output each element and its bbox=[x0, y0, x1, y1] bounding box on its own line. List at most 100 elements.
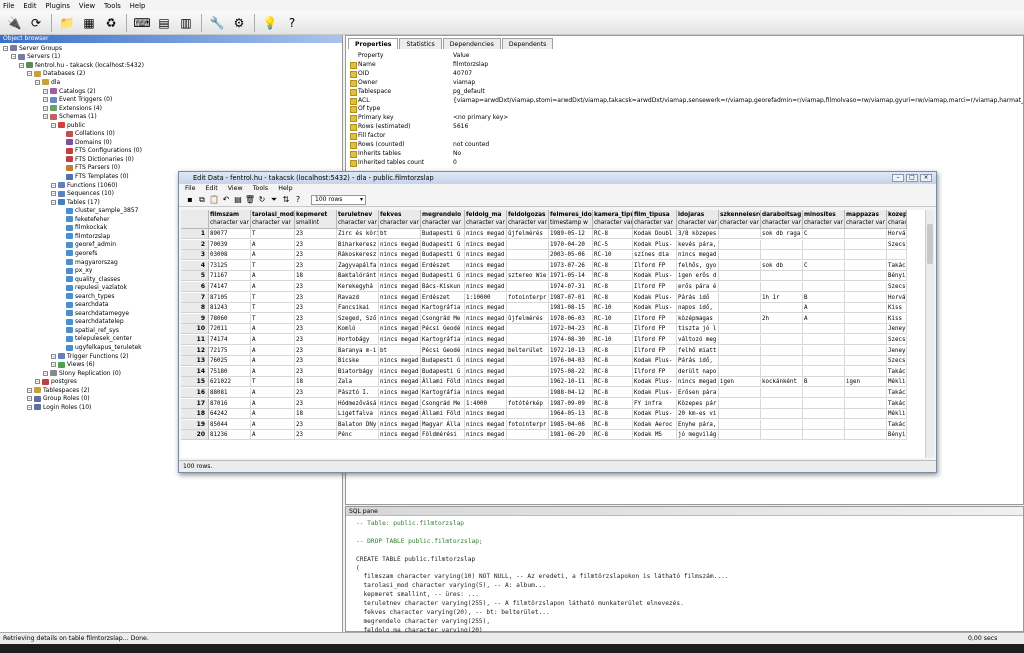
grid-cell[interactable]: sok db bbox=[761, 260, 803, 271]
grid-cell[interactable]: fotointerpr bbox=[507, 292, 549, 303]
grid-cell[interactable]: RC-8 bbox=[593, 356, 633, 367]
grid-cell[interactable] bbox=[803, 388, 845, 398]
grid-cell[interactable]: 1964-05-13 bbox=[549, 409, 593, 420]
grid-cell[interactable]: RC-8 bbox=[593, 430, 633, 441]
grid-cell[interactable] bbox=[845, 282, 887, 292]
grid-cell[interactable]: Magyar Álla bbox=[421, 419, 465, 430]
grid-cell[interactable] bbox=[719, 250, 761, 261]
column-header[interactable]: mappazas character var bbox=[845, 210, 887, 229]
expand-toggle-icon[interactable]: − bbox=[51, 199, 56, 205]
grid-cell[interactable] bbox=[845, 250, 887, 261]
help-icon[interactable]: ? bbox=[282, 13, 302, 32]
grid-cell[interactable] bbox=[845, 335, 887, 345]
grid-cell[interactable]: nincs megad bbox=[465, 366, 507, 377]
grid-cell[interactable]: 03008 bbox=[209, 250, 251, 261]
edit-menu-help[interactable]: Help bbox=[278, 184, 292, 193]
grid-cell[interactable]: 73125 bbox=[209, 260, 251, 271]
column-header[interactable]: film_tipusa character var bbox=[633, 210, 677, 229]
grid-cell[interactable]: Ilford FP bbox=[633, 282, 677, 292]
grid-cell[interactable]: nincs megad bbox=[465, 239, 507, 250]
grid-cell[interactable]: Takác bbox=[887, 398, 907, 409]
grid-cell[interactable]: Zagyvapálfa bbox=[337, 260, 379, 271]
grid-cell[interactable] bbox=[507, 409, 549, 420]
tree-item[interactable]: − public bbox=[51, 121, 85, 130]
grid-cell[interactable]: 64242 bbox=[209, 409, 251, 420]
grid-cell[interactable]: Takác bbox=[887, 388, 907, 398]
column-header[interactable]: szkennelesre character var bbox=[719, 210, 761, 229]
grid-cell[interactable] bbox=[845, 239, 887, 250]
refresh-icon[interactable]: ↻ bbox=[257, 195, 267, 205]
grid-cell[interactable]: nincs megad bbox=[379, 430, 421, 441]
grid-cell[interactable] bbox=[719, 282, 761, 292]
grid-cell[interactable] bbox=[719, 260, 761, 271]
grid-cell[interactable]: A bbox=[251, 430, 295, 441]
grid-cell[interactable]: nincs megad bbox=[379, 260, 421, 271]
grid-cell[interactable]: 23 bbox=[295, 313, 337, 324]
grid-cell[interactable]: nincs megad bbox=[465, 345, 507, 356]
grid-cell[interactable]: 23 bbox=[295, 335, 337, 345]
grid-cell[interactable]: nincs megad bbox=[379, 239, 421, 250]
grid-cell[interactable] bbox=[507, 260, 549, 271]
grid-cell[interactable]: RC-8 bbox=[593, 229, 633, 239]
grid-cell[interactable]: Kodak Plus- bbox=[633, 303, 677, 314]
grid-cell[interactable]: derült napo bbox=[677, 366, 719, 377]
tree-item[interactable]: spatial_ref_sys bbox=[59, 326, 119, 335]
grid-cell[interactable]: 23 bbox=[295, 324, 337, 335]
tab-statistics[interactable]: Statistics bbox=[399, 38, 442, 49]
grid-cell[interactable]: T bbox=[251, 303, 295, 314]
tree-item[interactable]: magyarorszag bbox=[59, 258, 118, 267]
recycle-icon[interactable]: ♻ bbox=[101, 13, 121, 32]
grid-cell[interactable] bbox=[803, 271, 845, 282]
grid-cell[interactable] bbox=[761, 282, 803, 292]
undo-icon[interactable]: ↶ bbox=[221, 195, 231, 205]
grid-cell[interactable]: nincs megad bbox=[379, 303, 421, 314]
grid-cell[interactable] bbox=[803, 335, 845, 345]
tree-item[interactable]: − Servers (1) bbox=[11, 53, 60, 62]
grid-cell[interactable]: bt bbox=[379, 345, 421, 356]
grid-cell[interactable]: 23 bbox=[295, 282, 337, 292]
column-header[interactable]: filmszam character var bbox=[209, 210, 251, 229]
grid-cell[interactable] bbox=[761, 388, 803, 398]
grid-cell[interactable]: sok db raga bbox=[761, 229, 803, 239]
tree-item[interactable]: − Login Roles (10) bbox=[27, 403, 91, 412]
grid-cell[interactable]: Kodak Doubl bbox=[633, 229, 677, 239]
menu-file[interactable]: File bbox=[3, 2, 14, 10]
grid-cell[interactable]: A bbox=[251, 388, 295, 398]
grid-cell[interactable]: Budapesti G bbox=[421, 271, 465, 282]
grid-cell[interactable]: 81236 bbox=[209, 430, 251, 441]
grid-cell[interactable]: Hódmezővásá bbox=[337, 398, 379, 409]
grid-cell[interactable]: 1974-08-30 bbox=[549, 335, 593, 345]
grid-cell[interactable]: 72175 bbox=[209, 345, 251, 356]
grid-cell[interactable]: 18 bbox=[295, 377, 337, 388]
grid-cell[interactable]: 2h bbox=[761, 313, 803, 324]
grid-cell[interactable] bbox=[845, 303, 887, 314]
tree-item[interactable]: searchdatatelep bbox=[59, 318, 124, 327]
grid-cell[interactable]: fotótérkép bbox=[507, 398, 549, 409]
grid-cell[interactable] bbox=[845, 345, 887, 356]
grid-cell[interactable]: nincs megad bbox=[465, 229, 507, 239]
grid-cell[interactable]: A bbox=[251, 335, 295, 345]
grid-cell[interactable]: T bbox=[251, 229, 295, 239]
property-row[interactable]: Inherits tables No bbox=[348, 149, 1023, 158]
expand-toggle-icon[interactable]: − bbox=[51, 353, 56, 359]
tree-item[interactable]: Collations (0) bbox=[59, 130, 115, 139]
grid-cell[interactable]: Pécsi Geodé bbox=[421, 345, 465, 356]
grid-cell[interactable]: 74147 bbox=[209, 282, 251, 292]
menu-edit[interactable]: Edit bbox=[23, 2, 36, 10]
grid-cell[interactable]: RC-8 bbox=[593, 260, 633, 271]
grid-cell[interactable]: A bbox=[251, 419, 295, 430]
grid-cell[interactable] bbox=[719, 239, 761, 250]
expand-toggle-icon[interactable]: − bbox=[43, 97, 48, 103]
grid-cell[interactable]: nincs megad bbox=[379, 377, 421, 388]
row-number[interactable]: 5 bbox=[181, 271, 209, 282]
grid-cell[interactable]: Kodak Plus- bbox=[633, 388, 677, 398]
grid-cell[interactable]: belterület bbox=[507, 345, 549, 356]
tab-dependents[interactable]: Dependents bbox=[501, 38, 554, 49]
grid-cell[interactable] bbox=[719, 271, 761, 282]
grid-cell[interactable]: Biatorbágy bbox=[337, 366, 379, 377]
grid-cell[interactable]: A bbox=[251, 250, 295, 261]
grid-cell[interactable] bbox=[803, 250, 845, 261]
grid-cell[interactable]: 621022 bbox=[209, 377, 251, 388]
grid-cell[interactable]: A bbox=[251, 366, 295, 377]
grid-cell[interactable]: T bbox=[251, 377, 295, 388]
